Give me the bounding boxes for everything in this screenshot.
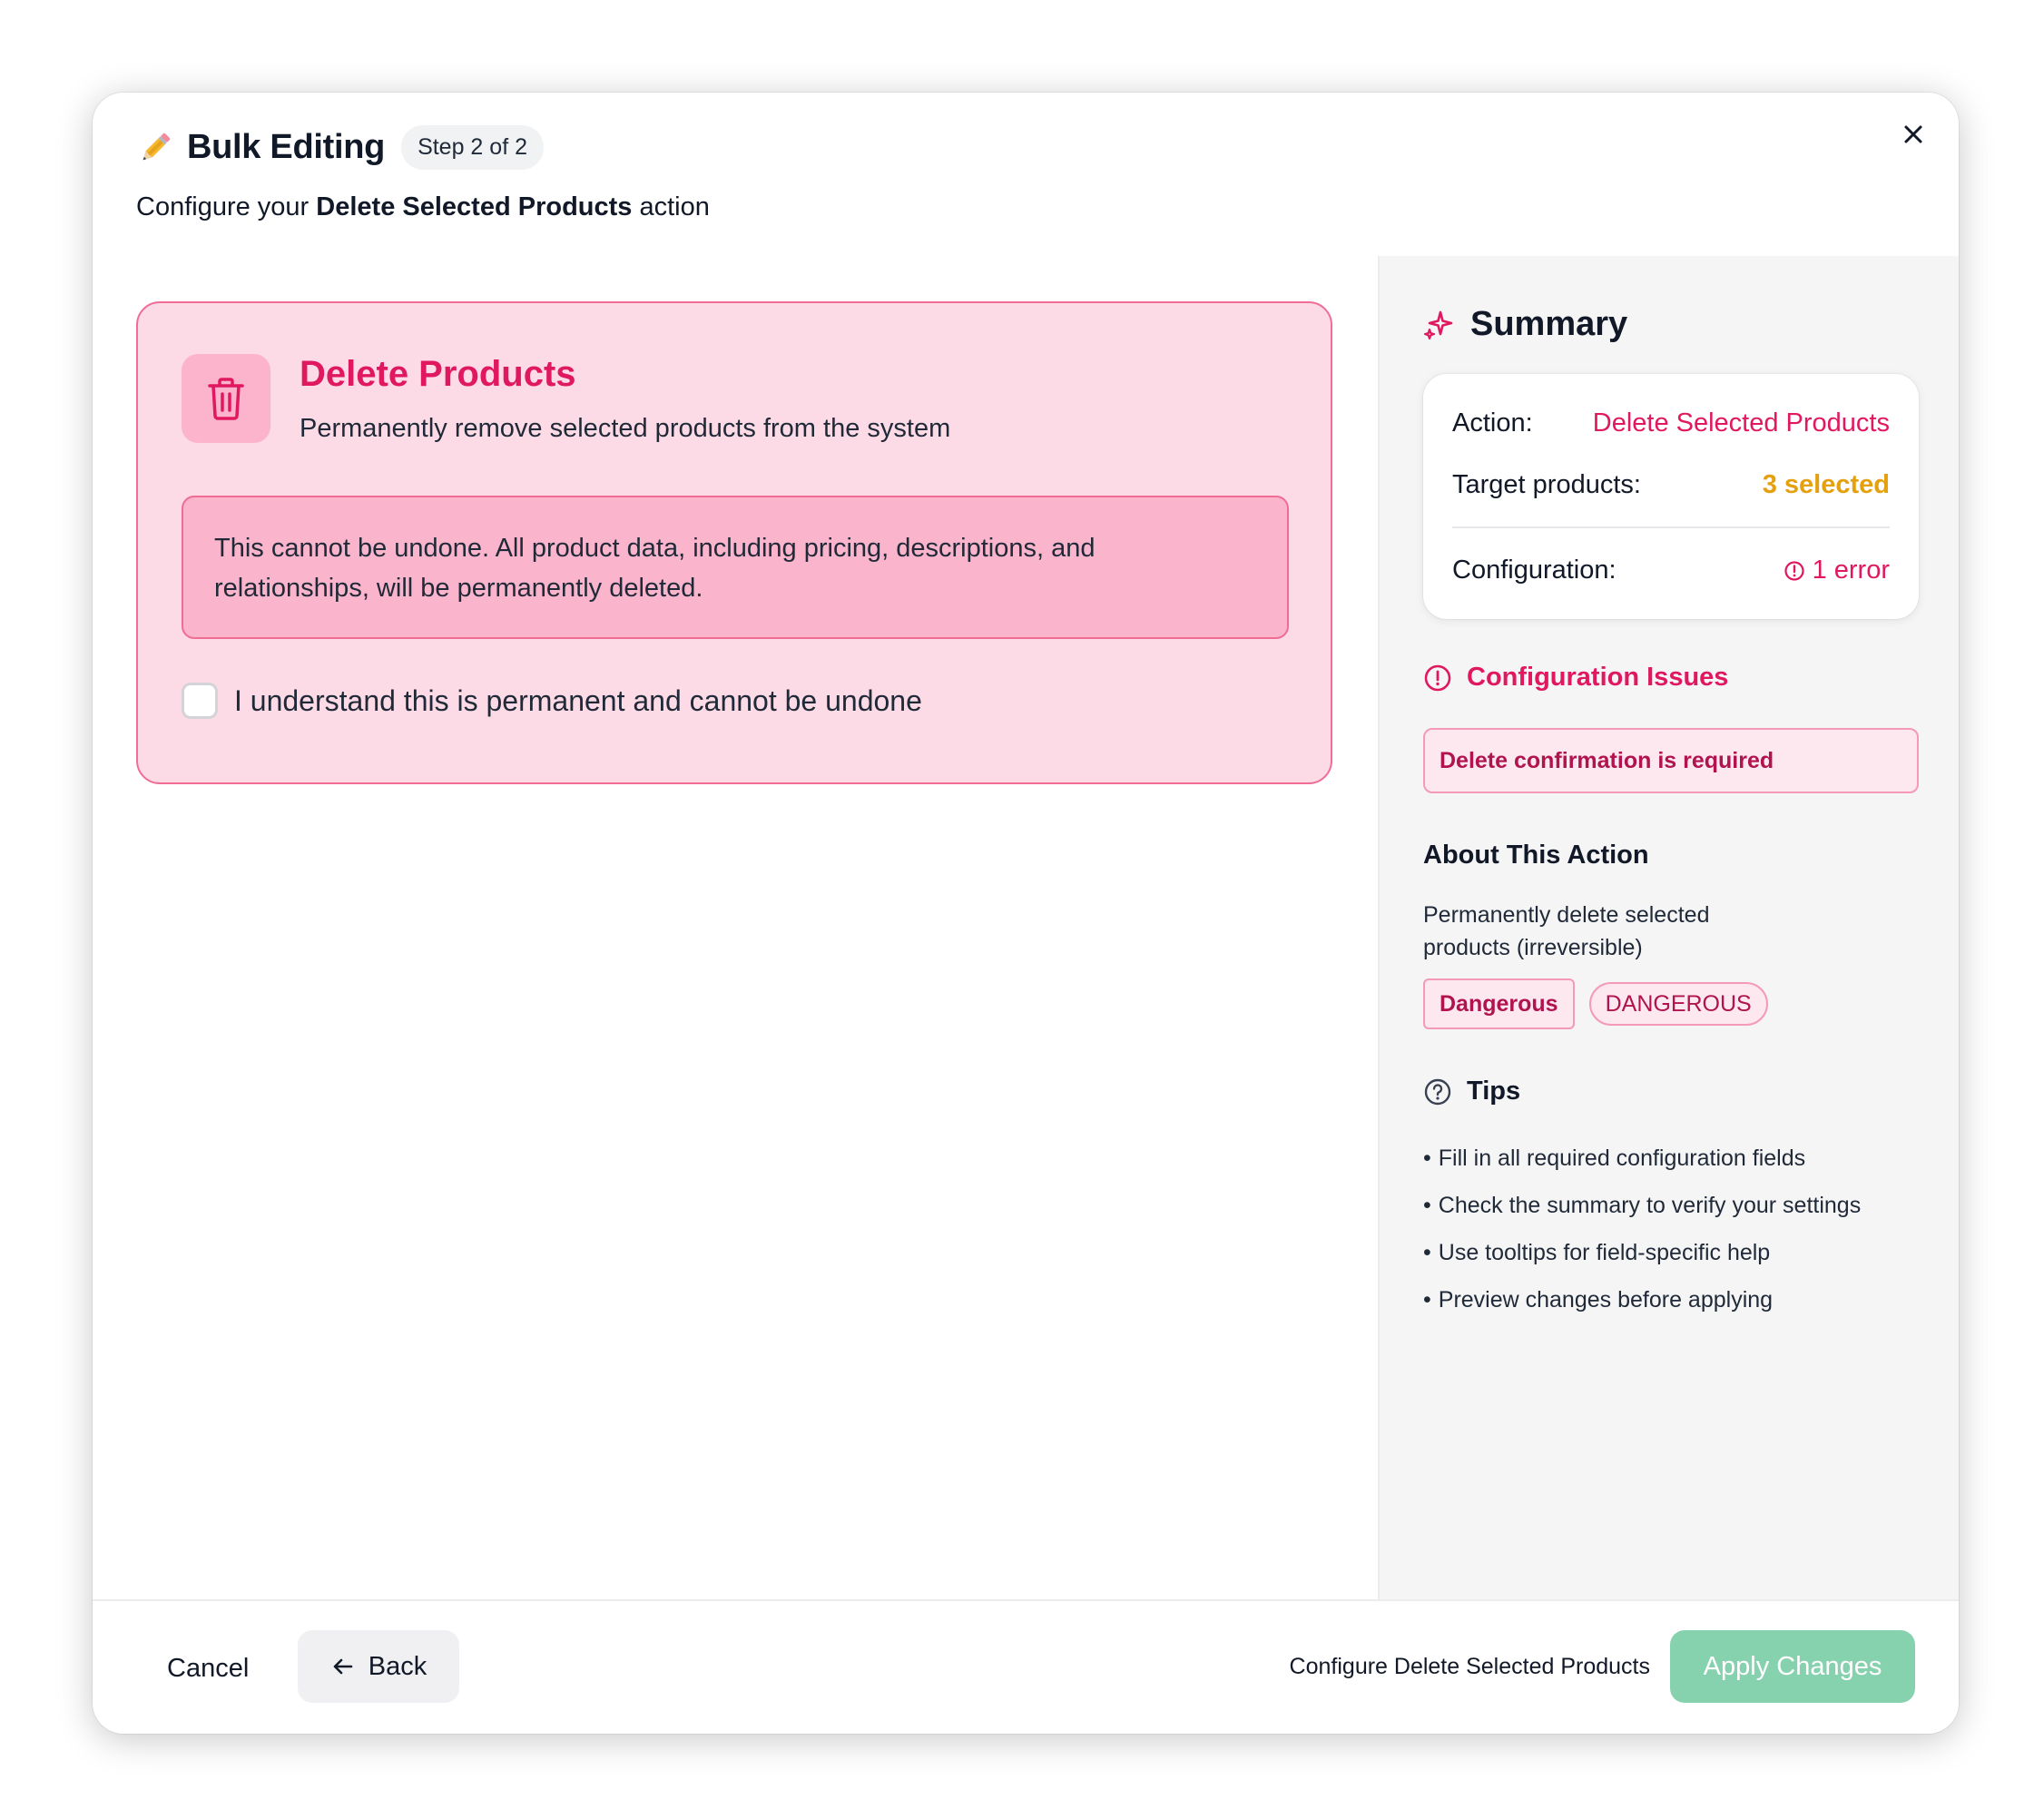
tips-title: Tips [1467,1077,1521,1106]
tip-item: Use tooltips for field-specific help [1423,1229,1861,1276]
alert-circle-icon [1424,664,1451,691]
modal-title: Bulk Editing [187,128,386,166]
footer-status-text: Configure Delete Selected Products [1289,1654,1650,1679]
bulk-edit-modal: Bulk Editing Step 2 of 2 Configure your … [93,93,1959,1734]
close-icon [1904,125,1922,143]
delete-card-description: Permanently remove selected products fro… [300,414,951,443]
back-button[interactable]: Back [298,1630,459,1703]
summary-card: Action: Delete Selected Products Target … [1423,374,1919,619]
issue-item: Delete confirmation is required [1423,728,1919,793]
close-button[interactable] [1890,111,1937,158]
tip-item: Check the summary to verify your setting… [1423,1182,1861,1229]
subtitle-action-name: Delete Selected Products [316,192,633,221]
sparkle-icon [1423,310,1453,339]
configuration-pane: Delete Products Permanently remove selec… [93,256,1378,1599]
modal-footer: Cancel Back Configure Delete Selected Pr… [93,1599,1959,1734]
summary-divider [1452,526,1890,528]
arrow-left-icon [333,1658,353,1675]
about-action-description: Permanently delete selected products (ir… [1423,902,1710,960]
confirm-permanent-label[interactable]: I understand this is permanent and canno… [234,684,922,718]
cancel-button[interactable]: Cancel [136,1632,280,1705]
summary-configuration-label: Configuration: [1452,556,1617,585]
back-button-label: Back [368,1651,427,1681]
about-action-title: About This Action [1423,841,1649,870]
summary-row-target: Target products: 3 selected [1452,470,1890,500]
summary-action-value: Delete Selected Products [1592,408,1890,438]
confirm-permanent-row[interactable]: I understand this is permanent and canno… [182,683,922,719]
dangerous-level-badge: DANGEROUS [1588,982,1768,1026]
summary-header: Summary [1423,305,1627,344]
trash-icon-box [182,354,270,443]
summary-action-label: Action: [1452,408,1533,438]
configuration-issues-title: Configuration Issues [1467,663,1729,692]
summary-sidebar: Summary Action: Delete Selected Products… [1378,256,1959,1599]
delete-card-title: Delete Products [300,354,576,394]
summary-title: Summary [1470,305,1628,343]
tips-header: Tips [1423,1077,1520,1106]
error-icon [1784,560,1804,581]
summary-row-configuration: Configuration: 1 error [1452,556,1890,585]
irreversible-warning: This cannot be undone. All product data,… [182,496,1289,639]
subtitle-prefix: Configure your [136,192,317,221]
summary-configuration-value: 1 error [1784,556,1890,585]
help-circle-icon [1424,1078,1451,1105]
apply-changes-button[interactable]: Apply Changes [1670,1630,1915,1703]
summary-target-label: Target products: [1452,470,1641,499]
tip-item: Fill in all required configuration field… [1423,1135,1861,1182]
confirm-permanent-checkbox[interactable] [182,683,218,719]
subtitle-suffix: action [632,192,710,221]
delete-products-card: Delete Products Permanently remove selec… [136,301,1332,784]
title-row: Bulk Editing Step 2 of 2 [136,125,544,170]
modal-header: Bulk Editing Step 2 of 2 Configure your … [93,93,1959,256]
tips-list: Fill in all required configuration field… [1423,1135,1861,1323]
trash-icon [208,378,244,420]
summary-row-action: Action: Delete Selected Products [1452,408,1890,438]
summary-error-count: 1 error [1812,556,1890,585]
dangerous-badge: Dangerous [1423,978,1575,1029]
modal-subtitle: Configure your Delete Selected Products … [136,192,710,222]
summary-target-value: 3 selected [1762,470,1890,499]
pencil-icon [142,133,171,160]
tip-item: Preview changes before applying [1423,1276,1861,1323]
configuration-issues-header: Configuration Issues [1423,663,1728,693]
about-badges: Dangerous DANGEROUS [1423,978,1768,1029]
step-badge: Step 2 of 2 [401,125,544,170]
